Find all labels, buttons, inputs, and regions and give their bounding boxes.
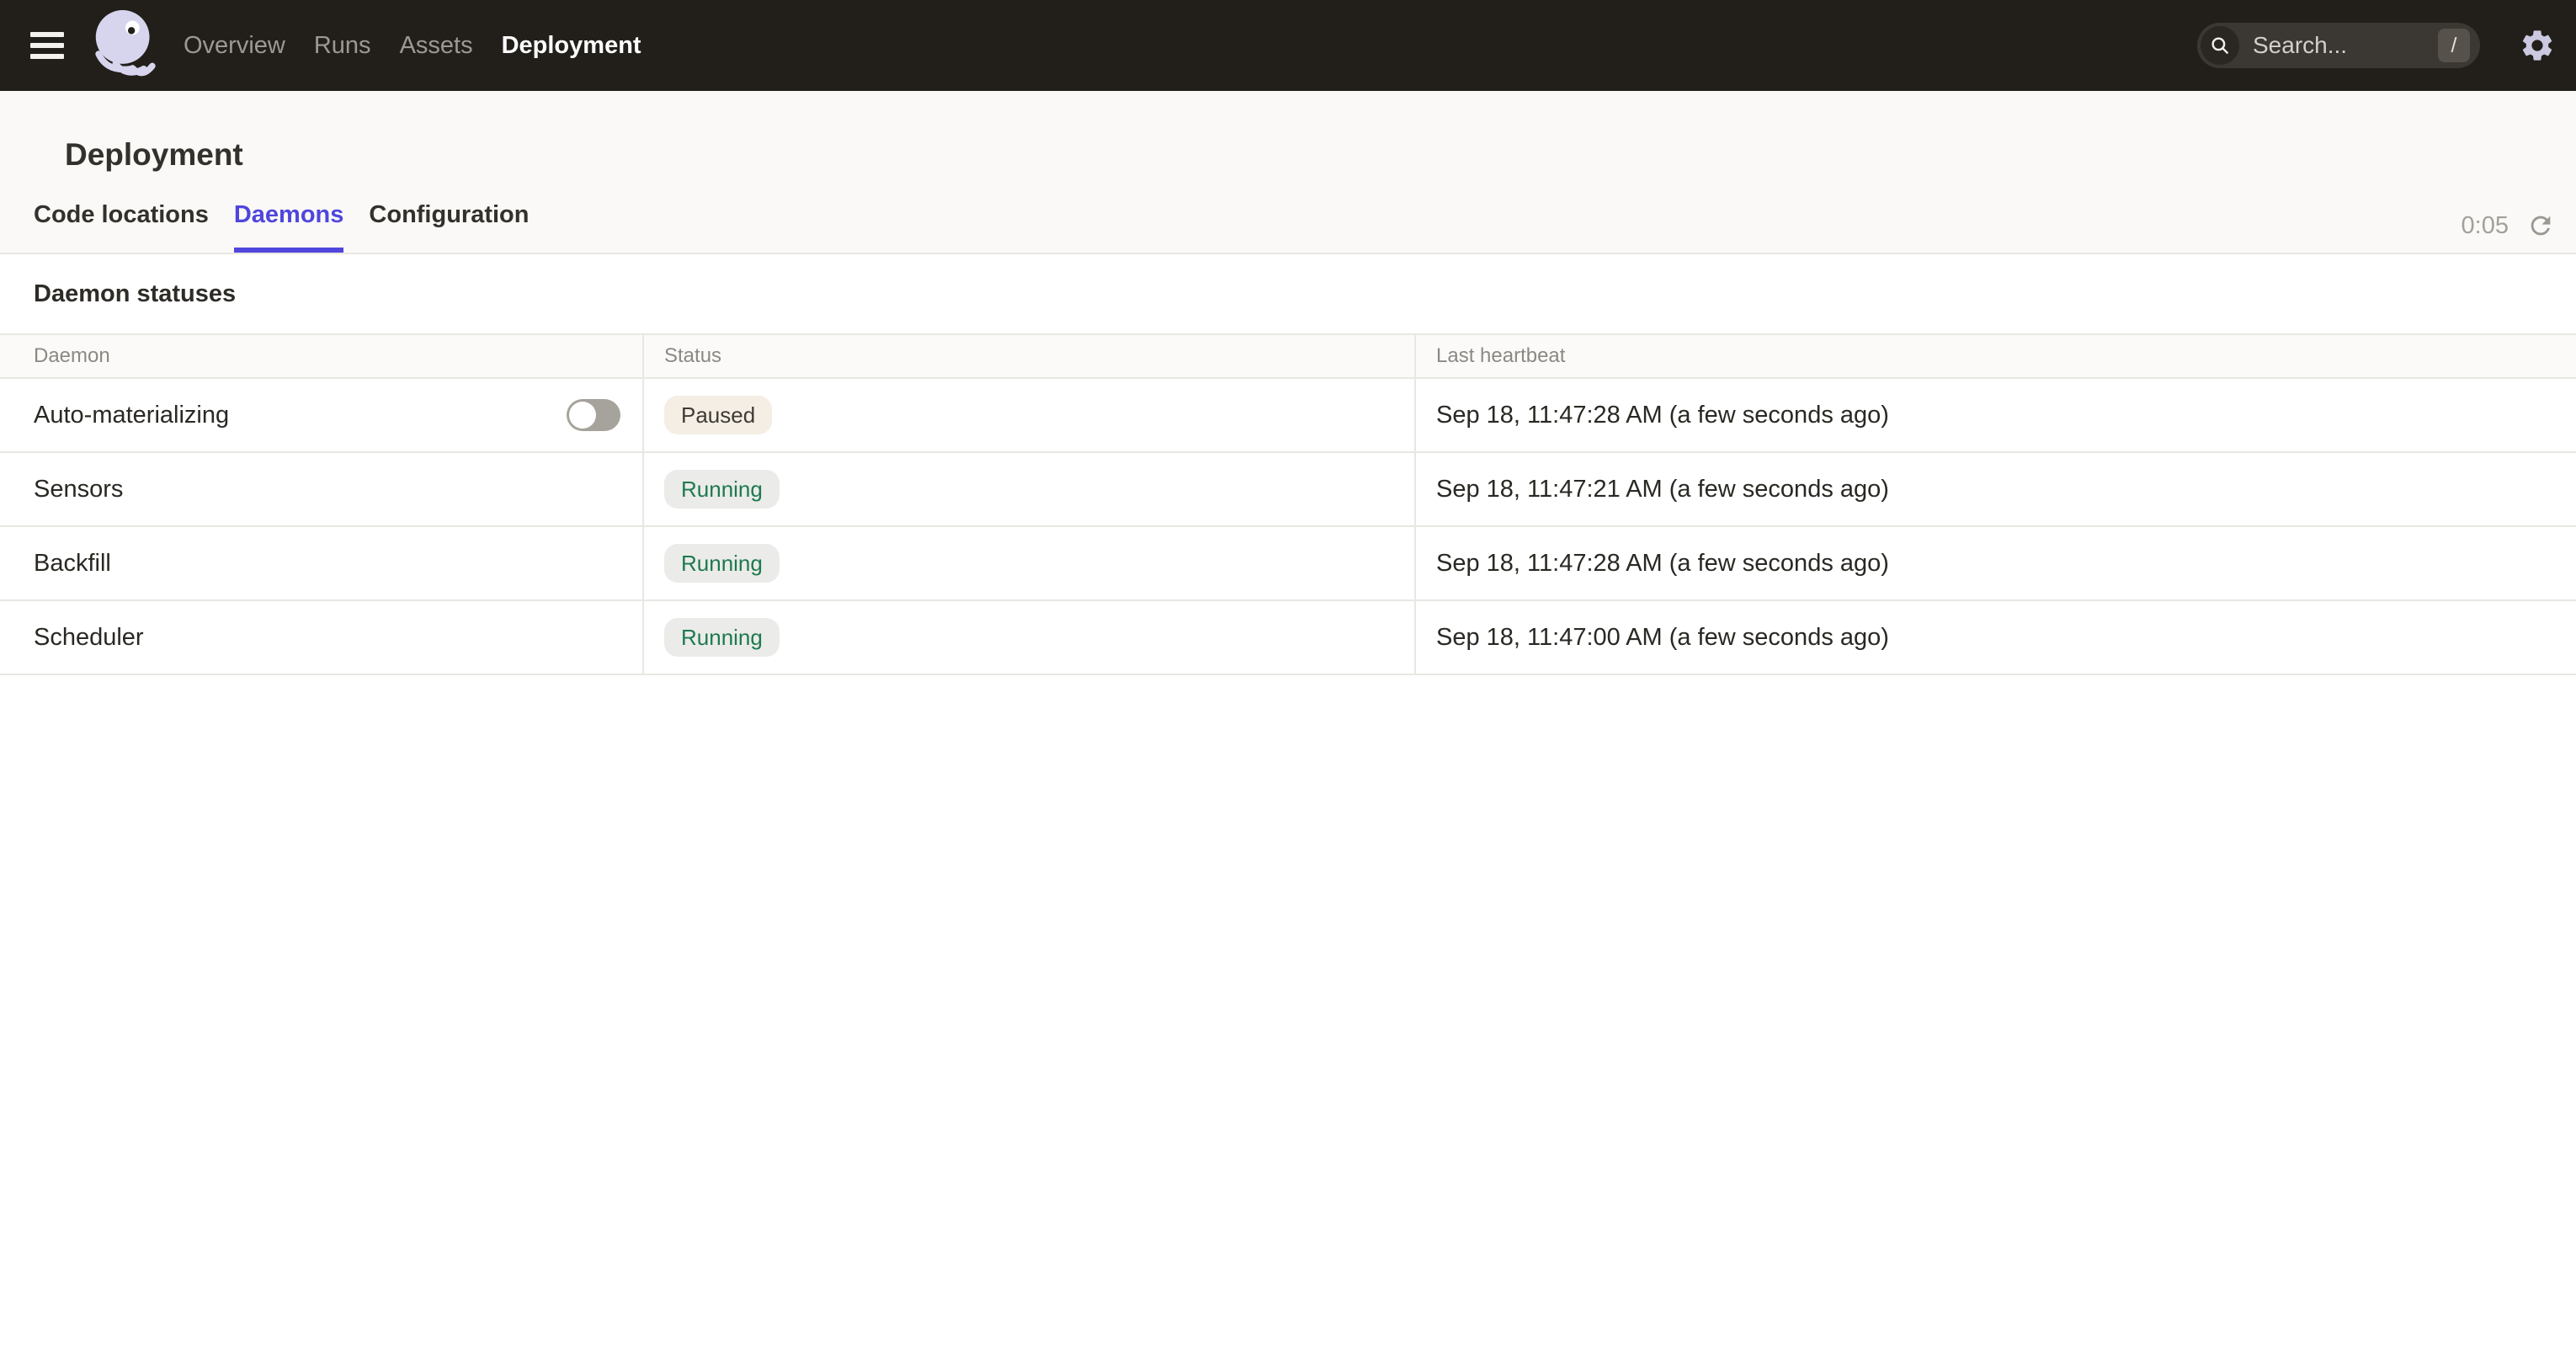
refresh-area: 0:05 [2462, 210, 2556, 241]
auto-materializing-toggle[interactable] [567, 399, 620, 431]
search-input[interactable] [2253, 32, 2438, 59]
table-header-row: Daemon Status Last heartbeat [0, 333, 2576, 379]
main-nav: Overview Runs Assets Deployment [184, 32, 641, 60]
top-navigation-bar: Overview Runs Assets Deployment / [0, 0, 2576, 91]
global-search[interactable]: / [2197, 23, 2480, 68]
daemon-name: Sensors [34, 476, 123, 503]
last-heartbeat: Sep 18, 11:47:28 AM (a few seconds ago) [1436, 550, 1889, 578]
section-title: Daemon statuses [0, 254, 2576, 308]
tab-daemons[interactable]: Daemons [234, 200, 344, 253]
table-row: Auto-materializing Paused Sep 18, 11:47:… [0, 379, 2576, 453]
page-title: Deployment [0, 91, 2576, 173]
refresh-countdown: 0:05 [2462, 212, 2509, 240]
tab-bar: Code locations Daemons Configuration 0:0… [0, 200, 2576, 254]
daemon-name: Backfill [34, 550, 111, 578]
nav-item-overview[interactable]: Overview [184, 32, 285, 60]
column-header-daemon: Daemon [0, 335, 644, 377]
settings-button[interactable] [2517, 25, 2557, 66]
daemon-name: Scheduler [34, 624, 144, 652]
table-row: Backfill Running Sep 18, 11:47:28 AM (a … [0, 527, 2576, 601]
table-row: Scheduler Running Sep 18, 11:47:00 AM (a… [0, 601, 2576, 675]
status-badge: Running [664, 618, 780, 657]
nav-item-runs[interactable]: Runs [314, 32, 371, 60]
nav-item-deployment[interactable]: Deployment [502, 32, 641, 60]
status-badge: Paused [664, 396, 772, 434]
tab-configuration[interactable]: Configuration [369, 200, 529, 253]
refresh-button[interactable] [2525, 210, 2556, 241]
page-header: Deployment Code locations Daemons Config… [0, 91, 2576, 254]
search-icon [2201, 26, 2239, 65]
status-badge: Running [664, 470, 780, 509]
hamburger-menu-icon[interactable] [30, 25, 71, 66]
refresh-icon [2526, 211, 2555, 240]
search-shortcut-badge: / [2438, 29, 2470, 62]
toggle-knob [569, 402, 596, 429]
tab-code-locations[interactable]: Code locations [34, 200, 209, 253]
gear-icon [2519, 27, 2556, 64]
last-heartbeat: Sep 18, 11:47:00 AM (a few seconds ago) [1436, 624, 1889, 652]
table-row: Sensors Running Sep 18, 11:47:21 AM (a f… [0, 453, 2576, 527]
dagster-octopus-icon [86, 6, 165, 85]
daemon-status-table: Daemon Status Last heartbeat Auto-materi… [0, 333, 2576, 675]
daemon-name: Auto-materializing [34, 402, 229, 429]
column-header-last-heartbeat: Last heartbeat [1416, 335, 2576, 377]
last-heartbeat: Sep 18, 11:47:21 AM (a few seconds ago) [1436, 476, 1889, 503]
nav-item-assets[interactable]: Assets [400, 32, 473, 60]
status-badge: Running [664, 544, 780, 583]
last-heartbeat: Sep 18, 11:47:28 AM (a few seconds ago) [1436, 402, 1889, 429]
daemons-content: Daemon statuses Daemon Status Last heart… [0, 254, 2576, 675]
column-header-status: Status [644, 335, 1416, 377]
dagster-logo[interactable] [86, 6, 165, 85]
